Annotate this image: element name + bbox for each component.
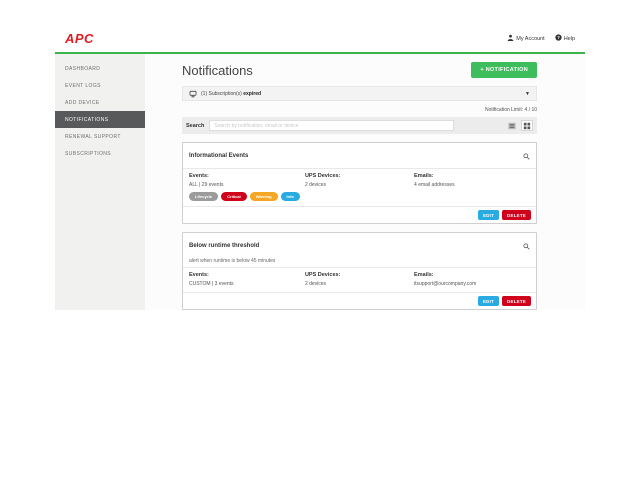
top-header: APC My Account ? Help xyxy=(55,25,585,54)
help-label: Help xyxy=(564,36,575,42)
card-subtitle: alert when runtime is below 45 minutes xyxy=(189,258,530,264)
event-severity-badges: Lifecycle Critical Warning Info xyxy=(189,192,305,201)
list-view-icon xyxy=(508,117,516,135)
ups-devices-value: 2 devices xyxy=(305,182,414,188)
grid-view-button[interactable] xyxy=(521,120,533,131)
user-icon xyxy=(507,34,514,43)
banner-text: (1) Subscription(s) expired xyxy=(201,91,261,97)
sidebar-item-renewal-support[interactable]: RENEWAL SUPPORT xyxy=(55,128,145,145)
emails-value: 4 email addresses xyxy=(414,182,530,188)
sidebar-item-dashboard[interactable]: DASHBOARD xyxy=(55,60,145,77)
page-title: Notifications xyxy=(182,63,253,78)
badge-critical: Critical xyxy=(221,192,247,201)
device-icon xyxy=(189,85,197,103)
sidebar-item-notifications[interactable]: NOTIFICATIONS xyxy=(55,111,145,128)
list-view-button[interactable] xyxy=(506,120,518,131)
search-label: Search xyxy=(186,123,204,129)
emails-label: Emails: xyxy=(414,272,530,278)
add-notification-button[interactable]: + NOTIFICATION xyxy=(471,62,537,78)
events-value: ALL | 29 events xyxy=(189,182,305,188)
emails-value: itsupport@ourcompany.com xyxy=(414,281,530,287)
badge-lifecycle: Lifecycle xyxy=(189,192,218,201)
events-value: CUSTOM | 3 events xyxy=(189,281,305,287)
ups-devices-label: UPS Devices: xyxy=(305,272,414,278)
app-window: APC My Account ? Help DASHBOARD EVENT LO… xyxy=(55,25,585,312)
edit-button[interactable]: EDIT xyxy=(478,296,499,306)
help-link[interactable]: ? Help xyxy=(555,34,575,43)
badge-info: Info xyxy=(281,192,300,201)
view-toggle xyxy=(506,120,533,131)
delete-button[interactable]: DELETE xyxy=(502,296,531,306)
sidebar-nav: DASHBOARD EVENT LOGS ADD DEVICE NOTIFICA… xyxy=(55,54,145,310)
sidebar-item-subscriptions[interactable]: SUBSCRIPTIONS xyxy=(55,145,145,162)
notification-card-below-runtime-threshold: Below runtime threshold alert when runti… xyxy=(182,232,537,310)
help-icon: ? xyxy=(555,34,562,43)
card-title: Below runtime threshold xyxy=(189,243,259,249)
events-label: Events: xyxy=(189,272,305,278)
svg-text:?: ? xyxy=(557,35,560,40)
chevron-down-icon[interactable]: ▼ xyxy=(525,91,530,97)
notification-limit: Notification Limit: 4 / 10 xyxy=(182,107,537,113)
banner-expired-word: expired xyxy=(243,91,261,97)
my-account-link[interactable]: My Account xyxy=(507,34,544,43)
header-links: My Account ? Help xyxy=(507,34,575,43)
grid-view-icon xyxy=(523,117,531,135)
badge-warning: Warning xyxy=(250,192,278,201)
magnifier-icon[interactable] xyxy=(523,147,530,165)
ups-devices-label: UPS Devices: xyxy=(305,173,414,179)
search-input[interactable] xyxy=(209,120,454,131)
events-label: Events: xyxy=(189,173,305,179)
subscription-expired-banner[interactable]: (1) Subscription(s) expired ▼ xyxy=(182,86,537,101)
card-title: Informational Events xyxy=(189,153,248,159)
ups-devices-value: 2 devices xyxy=(305,281,414,287)
magnifier-icon[interactable] xyxy=(523,237,530,255)
delete-button[interactable]: DELETE xyxy=(502,210,531,220)
search-bar: Search xyxy=(182,117,537,134)
sidebar-item-event-logs[interactable]: EVENT LOGS xyxy=(55,77,145,94)
sidebar-item-add-device[interactable]: ADD DEVICE xyxy=(55,94,145,111)
emails-label: Emails: xyxy=(414,173,530,179)
apc-logo: APC xyxy=(65,31,94,46)
notification-card-informational-events: Informational Events Events: ALL | 29 ev… xyxy=(182,142,537,224)
my-account-label: My Account xyxy=(516,36,544,42)
main-content: Notifications + NOTIFICATION (1) Subscri… xyxy=(145,54,585,310)
edit-button[interactable]: EDIT xyxy=(478,210,499,220)
